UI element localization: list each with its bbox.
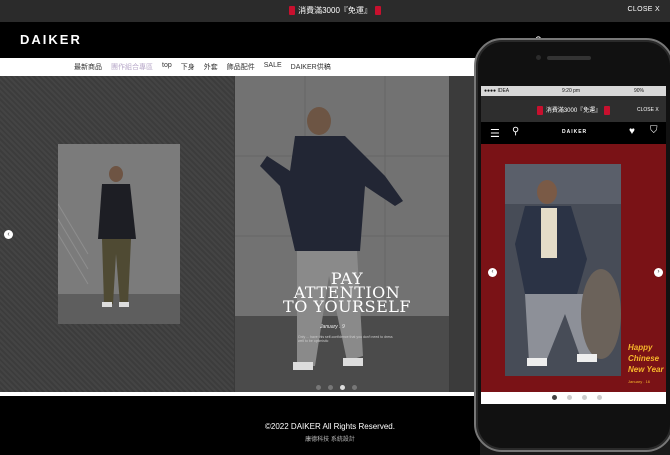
promo-text: 消費滿3000『免運』 [298,6,372,15]
credit-text: 康德科技 系統設計 [305,437,355,443]
carousel-dot[interactable] [340,385,345,390]
mobile-carousel-dot[interactable] [567,395,572,400]
hamburger-menu-icon[interactable]: ☰ [490,127,500,140]
nav-item[interactable]: DAIKER供稿 [291,62,331,72]
mobile-logo[interactable]: DAIKER [562,129,587,135]
nav-item[interactable]: 外套 [204,62,218,72]
hero-slogan: PAY ATTENTION TO YOURSELF [262,271,432,316]
carousel-prev-button[interactable]: ‹ [4,230,13,239]
mobile-carousel-next-button[interactable]: › [654,268,663,277]
search-icon[interactable]: ⚲ [512,126,519,137]
mobile-carousel-dot[interactable] [552,395,557,400]
model-photo-scooter [505,164,621,376]
nav-item[interactable]: SALE [264,62,282,72]
bag-icon[interactable]: ⛉ [650,125,658,136]
greeting-line: Happy [628,343,653,352]
red-envelope-icon [604,105,611,115]
red-envelope-icon [289,6,296,16]
copyright-text: ©2022 DAIKER All Rights Reserved. [265,422,395,431]
model-photo-main [235,76,449,392]
greeting-line: New Year [628,365,664,374]
carousel-dots [316,385,357,390]
mobile-carousel-dots [552,395,602,400]
nav-item[interactable]: 飾品配件 [227,62,255,72]
close-promo-button[interactable]: CLOSE X [628,6,660,13]
nav-item[interactable]: 下身 [181,62,195,72]
mobile-close-promo-button[interactable]: CLOSE X [637,107,659,113]
speaker-grill [547,56,591,60]
nav-item[interactable]: top [162,62,172,72]
camera-icon [536,55,541,60]
mobile-carousel-prev-button[interactable]: ‹ [488,268,497,277]
mobile-carousel-dot[interactable] [597,395,602,400]
heart-icon[interactable]: ♥ [629,126,635,137]
carousel-dot[interactable] [316,385,321,390]
status-time: 9:20 pm [562,88,581,94]
new-year-greeting: Happy Chinese New Year [628,342,664,375]
carousel-dot[interactable] [328,385,333,390]
slogan-date: January . 9 [320,324,345,330]
carousel-dot[interactable] [352,385,357,390]
site-logo[interactable]: DAIKER [20,32,82,47]
slogan-line: TO YOURSELF [283,297,411,316]
red-envelope-icon [374,6,381,16]
model-photo-standing [58,144,180,324]
greeting-line: Chinese [628,354,660,363]
promo-text: 消費滿3000『免運』 [545,108,602,114]
promo-banner: 消費滿3000『免運』 [0,0,670,22]
status-carrier: ●●●● IDEA [484,88,510,94]
banner-date: January . 16 [628,379,651,384]
nav-item[interactable]: 最新商品 [74,62,102,72]
slogan-copy: Only ... have this self-confidence that … [298,335,393,343]
red-envelope-icon [536,105,543,115]
nav-item[interactable]: 團作組合專區 [111,62,153,72]
status-battery: 90% [634,88,645,94]
mobile-carousel-dot[interactable] [582,395,587,400]
